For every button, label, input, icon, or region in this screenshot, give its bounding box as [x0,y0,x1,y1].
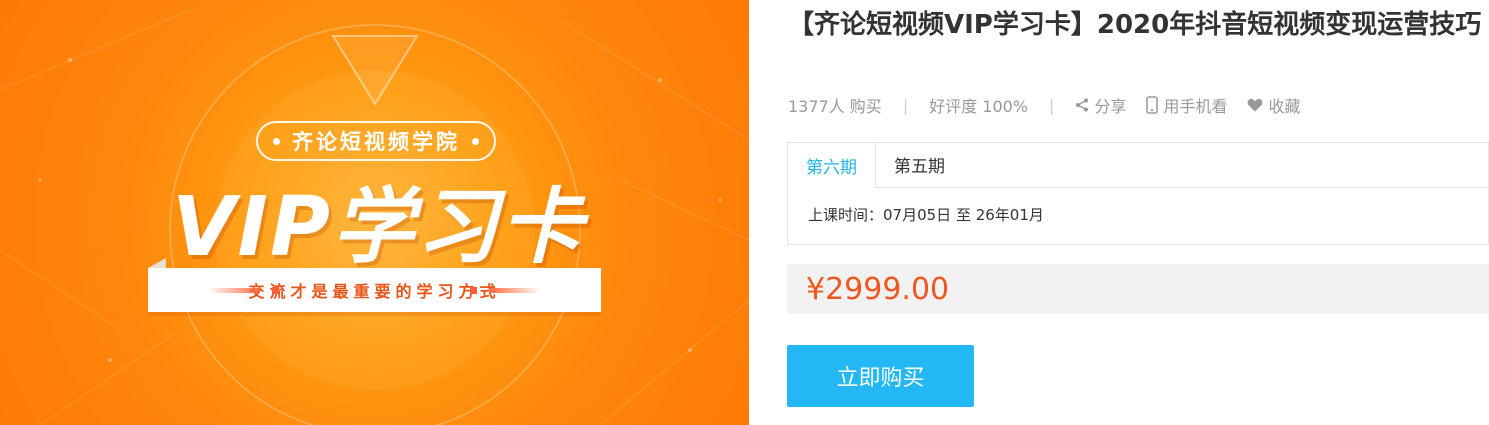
price-bar: ¥2999.00 [787,264,1489,314]
tab-session-5[interactable]: 第五期 [876,142,963,187]
pill-dot-left [273,137,280,145]
ribbon-bar-right [489,288,541,293]
banner-headline: VIP学习卡 [171,180,585,275]
meta-separator: | [1049,95,1055,115]
heart-icon [1248,99,1263,112]
share-label: 分享 [1094,97,1127,116]
favorite-label: 收藏 [1268,97,1301,116]
ribbon-square-right [470,287,477,294]
ribbon-square-left [272,287,279,294]
ribbon-bar-left [208,288,260,293]
class-schedule: 上课时间：07月05日 至 26年01月 [808,206,1044,224]
ribbon-fold [148,258,166,268]
session-tabs-panel: 第六期 第五期 上课时间：07月05日 至 26年01月 [787,142,1489,245]
mobile-view-label: 用手机看 [1163,97,1228,116]
rating: 好评度 100% [929,97,1029,116]
product-title: 【齐论短视频VIP学习卡】2020年抖音短视频变现运营技巧 [788,10,1482,40]
share-icon [1076,98,1089,112]
buyer-count: 1377人 购买 [788,97,882,116]
phone-icon [1146,96,1159,114]
favorite-button[interactable]: 收藏 [1247,93,1300,117]
course-banner-image: 齐论短视频学院 VIP学习卡 交流才是最重要的学习方式 [0,0,749,425]
banner-slogan: 交流才是最重要的学习方式 [248,282,501,301]
school-pill: 齐论短视频学院 [256,121,496,161]
school-name: 齐论短视频学院 [292,130,460,154]
price: ¥2999.00 [806,271,950,307]
tab-divider [787,187,1489,188]
share-button[interactable]: 分享 [1075,93,1126,117]
tab-session-6[interactable]: 第六期 [787,142,876,188]
mobile-view-button[interactable]: 用手机看 [1146,93,1227,117]
meta-separator: | [902,95,909,115]
product-meta: 1377人 购买 | 好评度 100% | 分享 用手机看 收藏 [788,93,1320,117]
slogan-ribbon: 交流才是最重要的学习方式 [148,258,601,312]
session-tabs: 第六期 第五期 [787,142,963,188]
buy-now-button[interactable]: 立即购买 [787,345,974,407]
pill-dot-right [472,137,479,145]
